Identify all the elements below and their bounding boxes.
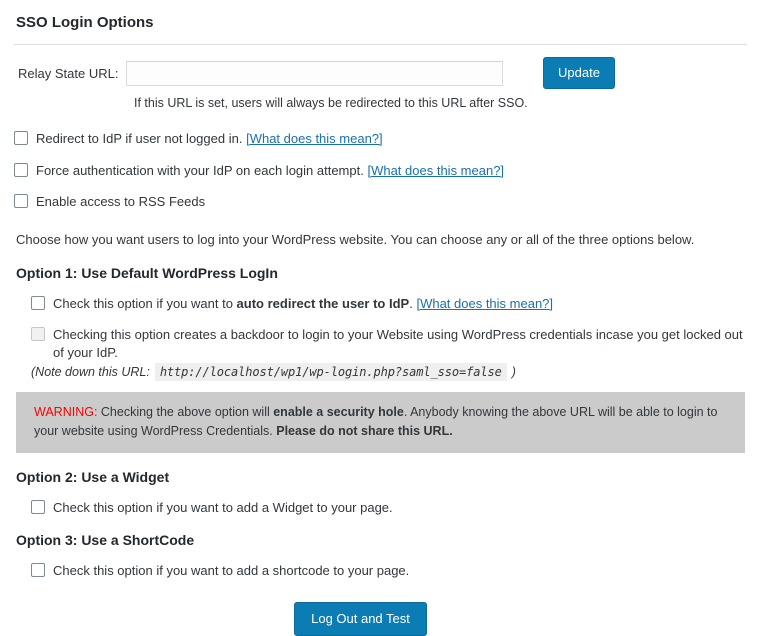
enable-rss-feeds-checkbox[interactable] <box>14 194 28 209</box>
relay-state-url-row: Relay State URL: Update <box>14 57 747 89</box>
intro-paragraph: Choose how you want users to log into yo… <box>16 231 695 247</box>
title-divider <box>14 44 747 45</box>
update-button[interactable]: Update <box>543 57 615 89</box>
backdoor-url-code: http://localhost/wp1/wp-login.php?saml_s… <box>154 363 507 382</box>
force-authentication-row: Force authentication with your IdP on ea… <box>14 162 747 180</box>
backdoor-row: Checking this option creates a backdoor … <box>31 326 747 361</box>
page-title: SSO Login Options <box>16 14 154 31</box>
backdoor-url-note: (Note down this URL: http://localhost/wp… <box>31 363 747 382</box>
relay-state-url-input[interactable] <box>126 60 503 86</box>
auto-redirect-label: Check this option if you want to auto re… <box>53 295 553 313</box>
auto-redirect-text-before: Check this option if you want to <box>53 295 237 311</box>
force-authentication-text: Force authentication with your IdP on ea… <box>36 162 364 178</box>
auto-redirect-text-after: . <box>409 295 413 311</box>
widget-option-row: Check this option if you want to add a W… <box>31 499 747 517</box>
backdoor-label: Checking this option creates a backdoor … <box>53 327 743 360</box>
footer-actions: Log Out and Test <box>14 601 747 636</box>
what-does-this-mean-link-auto-redirect[interactable]: [What does this mean?] <box>416 296 553 311</box>
option-2-heading: Option 2: Use a Widget <box>16 468 170 485</box>
option-3-heading: Option 3: Use a ShortCode <box>16 532 195 549</box>
security-warning-box: WARNING: Checking the above option will … <box>16 392 745 453</box>
sso-login-options-page: SSO Login Options Relay State URL: Updat… <box>0 0 761 636</box>
auto-redirect-row: Check this option if you want to auto re… <box>31 295 747 313</box>
force-authentication-label: Force authentication with your IdP on ea… <box>36 162 504 180</box>
redirect-to-idp-label: Redirect to IdP if user not logged in. [… <box>36 130 383 148</box>
shortcode-option-label: Check this option if you want to add a s… <box>53 563 410 579</box>
auto-redirect-text-bold: auto redirect the user to IdP <box>236 295 410 311</box>
warning-bold-2: Please do not share this URL. <box>276 424 453 439</box>
auto-redirect-checkbox[interactable] <box>31 295 45 310</box>
what-does-this-mean-link-redirect[interactable]: [What does this mean?] <box>246 131 383 146</box>
force-authentication-checkbox[interactable] <box>14 162 28 177</box>
warning-part-1: Checking the above option will <box>97 405 274 420</box>
warning-bold-1: enable a security hole <box>273 405 404 420</box>
option-1-heading: Option 1: Use Default WordPress LogIn <box>16 264 278 281</box>
what-does-this-mean-link-force-auth[interactable]: [What does this mean?] <box>367 163 504 178</box>
backdoor-checkbox[interactable] <box>31 327 45 342</box>
redirect-to-idp-checkbox[interactable] <box>14 131 28 145</box>
shortcode-option-row: Check this option if you want to add a s… <box>31 562 747 580</box>
warning-label: WARNING: <box>34 405 98 420</box>
redirect-to-idp-text: Redirect to IdP if user not logged in. <box>36 131 243 146</box>
relay-state-url-label: Relay State URL: <box>18 65 119 81</box>
redirect-to-idp-row: Redirect to IdP if user not logged in. [… <box>14 130 747 148</box>
note-suffix: ) <box>511 365 516 380</box>
note-prefix: (Note down this URL: <box>31 365 150 380</box>
log-out-and-test-button[interactable]: Log Out and Test <box>294 601 427 636</box>
shortcode-option-checkbox[interactable] <box>31 563 45 578</box>
enable-rss-feeds-row: Enable access to RSS Feeds <box>14 193 747 211</box>
widget-option-checkbox[interactable] <box>31 499 45 514</box>
enable-rss-feeds-label: Enable access to RSS Feeds <box>36 194 206 210</box>
widget-option-label: Check this option if you want to add a W… <box>53 499 393 515</box>
relay-state-url-help-text: If this URL is set, users will always be… <box>134 96 528 110</box>
